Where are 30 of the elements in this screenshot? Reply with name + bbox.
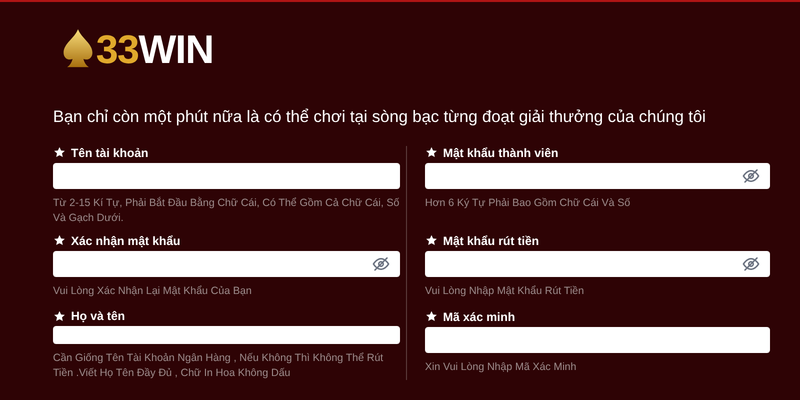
star-icon [53,234,66,247]
field-label: Mã xác minh [443,310,516,322]
field-label: Mật khẩu rút tiền [443,234,540,246]
star-icon [425,146,438,159]
star-icon [53,146,66,159]
input-field[interactable] [53,162,400,188]
input-field[interactable] [425,250,770,276]
page-heading: Bạn chỉ còn một phút nữa là có thể chơi tại sòng bạc từng đoạt giải thưởng của chúng tôi [52,109,707,126]
eye-off-icon[interactable] [742,254,760,272]
input-field[interactable] [53,326,400,344]
field-hint: Từ 2-15 Kí Tự, Phải Bắt Đầu Bằng Chữ Cái, Có Thể Gồm Cả Chữ Cái, Số Và Gạch Dưới. [53,196,400,226]
field-hint: Cần Giống Tên Tài Khoản Ngân Hàng , Nếu Không Thì Không Thể Rút Tiền .Viết Họ Tên Đầy Đủ , Chữ In Hoa Không Dấu [53,350,384,380]
field-label: Xác nhận mật khẩu [71,234,180,246]
input-field[interactable] [53,250,400,276]
field-hint: Xin Vui Lòng Nhập Mã Xác Minh [425,360,578,374]
logo-word: WIN [138,30,214,70]
field-label: Mật khẩu thành viên [443,146,558,158]
field-hint: Vui Lòng Xác Nhận Lại Mật Khẩu Của Bạn [53,284,253,298]
field-label: Tên tài khoản [71,146,148,158]
eye-off-icon[interactable] [742,166,760,184]
field-hint: Hơn 6 Ký Tự Phải Bao Gồm Chữ Cái Và Số [425,196,632,210]
input-field[interactable] [425,162,770,188]
field-label: Họ và tên [71,310,126,322]
logo-digits: 33 [96,30,138,70]
field-hint: Vui Lòng Nhập Mật Khẩu Rút Tiền [425,284,585,298]
star-icon [425,234,438,247]
eye-off-icon[interactable] [372,254,390,272]
star-icon [425,310,438,323]
input-field[interactable] [425,326,770,352]
star-icon [53,310,66,322]
